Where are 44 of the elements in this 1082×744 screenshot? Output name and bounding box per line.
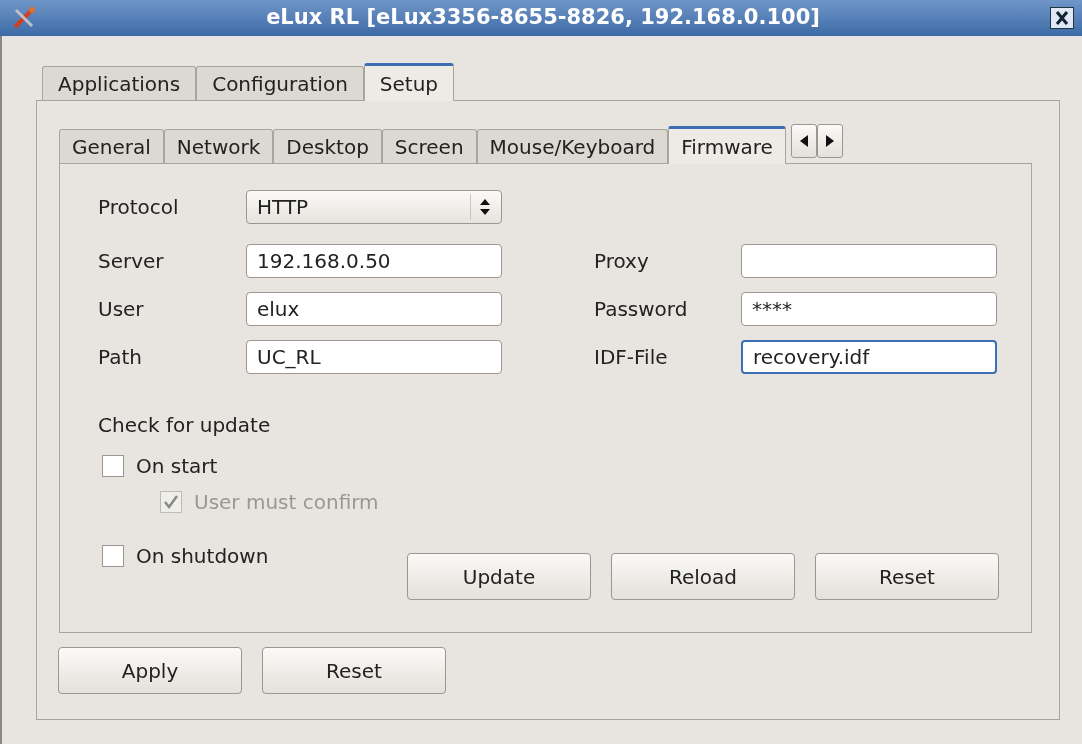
input-field[interactable]: 192.168.0.50 <box>246 244 502 278</box>
button[interactable]: Apply <box>58 647 242 694</box>
right-arrow-icon <box>824 135 835 147</box>
field-label: Path <box>98 344 143 371</box>
tab[interactable]: Setup <box>363 63 455 101</box>
field-label: Proxy <box>594 248 650 275</box>
button[interactable]: Reset <box>262 647 446 694</box>
tab[interactable]: Screen <box>381 129 477 163</box>
left-arrow-icon <box>798 135 809 147</box>
tab[interactable]: General <box>59 129 164 163</box>
tab[interactable]: Network <box>163 129 274 163</box>
button[interactable]: Update <box>407 553 591 600</box>
section-heading: Check for update <box>98 412 272 439</box>
input-field[interactable] <box>741 244 997 278</box>
field-label: IDF-File <box>594 344 669 371</box>
window-title: eLux RL [eLux3356-8655-8826, 192.168.0.100] <box>265 4 821 32</box>
field-label: Server <box>98 248 165 275</box>
tab[interactable]: Firmware <box>668 126 786 164</box>
checkbox-label: User must confirm <box>194 489 379 516</box>
input-field[interactable]: recovery.idf <box>741 340 997 374</box>
tools-icon <box>12 6 36 30</box>
close-icon[interactable] <box>1050 7 1074 29</box>
checkbox-label: On shutdown <box>136 543 269 570</box>
checkbox[interactable] <box>102 455 124 477</box>
updown-icon <box>479 198 491 216</box>
field-label: Protocol <box>98 194 180 221</box>
checkbox-label: On start <box>136 453 218 480</box>
tab[interactable]: Applications <box>42 66 197 100</box>
input-field[interactable]: **** <box>741 292 997 326</box>
protocol-dropdown[interactable]: HTTP <box>246 190 502 224</box>
scroll-right-button[interactable] <box>816 124 843 158</box>
button[interactable]: Reload <box>611 553 795 600</box>
tab[interactable]: Desktop <box>273 129 382 163</box>
input-field[interactable]: UC_RL <box>246 340 502 374</box>
dropdown-value: HTTP <box>257 194 309 221</box>
field-label: Password <box>594 296 689 323</box>
checkbox[interactable] <box>102 545 124 567</box>
tab[interactable]: Configuration <box>196 66 364 100</box>
input-field[interactable]: elux <box>246 292 502 326</box>
button[interactable]: Reset <box>815 553 999 600</box>
check-icon <box>163 494 179 510</box>
tab[interactable]: Mouse/Keyboard <box>476 129 669 163</box>
scroll-left-button[interactable] <box>790 124 817 158</box>
field-label: User <box>98 296 145 323</box>
